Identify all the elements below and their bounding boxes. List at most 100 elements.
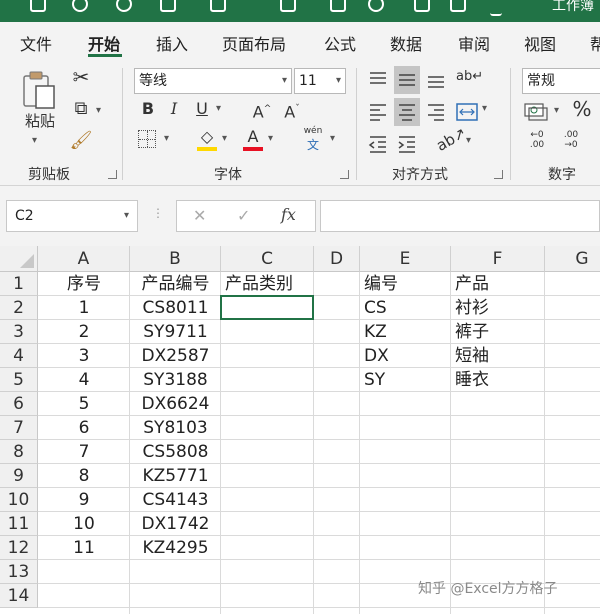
customize-icon[interactable]: [490, 0, 502, 16]
borders-dropdown-icon[interactable]: ▾: [164, 128, 169, 150]
phonetic-dropdown-icon[interactable]: ▾: [330, 128, 335, 150]
select-all-button[interactable]: [0, 246, 38, 272]
row-header-9[interactable]: 9: [0, 464, 38, 488]
cell-f3[interactable]: 裤子: [455, 320, 489, 344]
accounting-dropdown-icon[interactable]: ▾: [554, 100, 559, 122]
font-color-dropdown-icon[interactable]: ▾: [268, 128, 273, 150]
row-header-6[interactable]: 6: [0, 392, 38, 416]
row-header-7[interactable]: 7: [0, 416, 38, 440]
cell-c1[interactable]: 产品类别: [225, 272, 293, 296]
align-middle-icon[interactable]: [397, 70, 417, 90]
paste-button[interactable]: 粘贴 ▾: [22, 70, 62, 152]
cell-f5[interactable]: 睡衣: [455, 368, 489, 392]
column-header-a[interactable]: A: [38, 246, 130, 272]
cell-b7[interactable]: SY8103: [130, 416, 221, 440]
font-launcher-icon[interactable]: [340, 170, 349, 179]
formula-input[interactable]: [320, 200, 600, 232]
form-icon[interactable]: [210, 0, 226, 12]
cell-b1[interactable]: 产品编号: [130, 272, 221, 296]
cell-f4[interactable]: 短袖: [455, 344, 489, 368]
cell-b11[interactable]: DX1742: [130, 512, 221, 536]
decrease-indent-icon[interactable]: [368, 134, 388, 154]
grow-font-button[interactable]: A^: [252, 98, 272, 123]
row-header-12[interactable]: 12: [0, 536, 38, 560]
borders-icon[interactable]: [138, 130, 156, 148]
merge-dropdown-icon[interactable]: ▾: [482, 98, 487, 120]
align-center-icon[interactable]: [397, 102, 417, 122]
cell-e4[interactable]: DX: [364, 344, 389, 368]
font-color-button[interactable]: A: [242, 126, 264, 152]
cell-b6[interactable]: DX6624: [130, 392, 221, 416]
alignment-launcher-icon[interactable]: [494, 170, 503, 179]
cell-b9[interactable]: KZ5771: [130, 464, 221, 488]
increase-decimal-button[interactable]: ←0 .00: [522, 130, 552, 150]
redo-icon[interactable]: [116, 0, 132, 12]
copy-dropdown-icon[interactable]: ▾: [96, 100, 101, 122]
fill-color-dropdown-icon[interactable]: ▾: [222, 128, 227, 150]
cell-a11[interactable]: 10: [38, 512, 130, 536]
row-header-4[interactable]: 4: [0, 344, 38, 368]
cell-b5[interactable]: SY3188: [130, 368, 221, 392]
cell-f1[interactable]: 产品: [455, 272, 489, 296]
tab-view[interactable]: 视图: [524, 31, 556, 55]
tab-review[interactable]: 审阅: [458, 31, 490, 55]
row-header-3[interactable]: 3: [0, 320, 38, 344]
format-painter-icon[interactable]: 🖌: [68, 130, 94, 152]
column-header-c[interactable]: C: [221, 246, 314, 272]
insert-function-icon[interactable]: fx: [281, 205, 296, 224]
copy-icon[interactable]: ⧉: [68, 98, 94, 120]
cell-e1[interactable]: 编号: [364, 272, 398, 296]
accounting-format-icon[interactable]: [524, 100, 550, 122]
column-header-e[interactable]: E: [360, 246, 451, 272]
italic-button[interactable]: I: [164, 98, 184, 120]
cell-a2[interactable]: 1: [38, 296, 130, 320]
cell-a9[interactable]: 8: [38, 464, 130, 488]
worksheet-grid[interactable]: ABCDEFG 1 2 3 4 5 6 7 8 9 10 11 12 13 14 序号 产品编号 产品类别 编号…: [0, 246, 600, 614]
row-header-8[interactable]: 8: [0, 440, 38, 464]
row-header-2[interactable]: 2: [0, 296, 38, 320]
cell-b10[interactable]: CS4143: [130, 488, 221, 512]
bold-button[interactable]: B: [138, 98, 158, 120]
tab-insert[interactable]: 插入: [156, 31, 188, 55]
merge-center-icon[interactable]: [456, 102, 478, 122]
cell-a10[interactable]: 9: [38, 488, 130, 512]
cut-icon[interactable]: ✂: [68, 66, 94, 88]
underline-button[interactable]: U: [192, 98, 212, 120]
cell-a1[interactable]: 序号: [38, 272, 130, 296]
cell-a3[interactable]: 2: [38, 320, 130, 344]
column-header-b[interactable]: B: [130, 246, 221, 272]
cell-e5[interactable]: SY: [364, 368, 385, 392]
cell-a4[interactable]: 3: [38, 344, 130, 368]
orientation-icon[interactable]: ab↗: [432, 124, 469, 156]
font-name-select[interactable]: 等线 ▾: [134, 68, 292, 94]
tab-home[interactable]: 开始: [88, 31, 120, 55]
cell-a6[interactable]: 5: [38, 392, 130, 416]
undo-icon[interactable]: [72, 0, 88, 12]
row-header-14[interactable]: 14: [0, 584, 38, 608]
row-header-13[interactable]: 13: [0, 560, 38, 584]
tab-data[interactable]: 数据: [390, 31, 422, 55]
wrap-text-icon[interactable]: ab↵: [456, 66, 483, 88]
tab-help[interactable]: 帮: [590, 31, 600, 55]
align-left-icon[interactable]: [368, 102, 388, 122]
tab-page-layout[interactable]: 页面布局: [222, 31, 286, 55]
cell-e2[interactable]: CS: [364, 296, 387, 320]
table-icon[interactable]: [160, 0, 176, 12]
cell-b8[interactable]: CS5808: [130, 440, 221, 464]
fill-color-button[interactable]: ◇: [196, 126, 218, 152]
formula-bar-grip-icon[interactable]: ⋮: [152, 206, 164, 220]
shrink-font-button[interactable]: Aˇ: [282, 98, 302, 123]
percent-button[interactable]: %: [570, 98, 594, 120]
increase-indent-icon[interactable]: [397, 134, 417, 154]
save-icon[interactable]: [30, 0, 46, 12]
tab-file[interactable]: 文件: [20, 31, 52, 55]
column-header-g[interactable]: G: [545, 246, 600, 272]
number-format-select[interactable]: 常规: [522, 68, 600, 94]
cell-a8[interactable]: 7: [38, 440, 130, 464]
column-header-f[interactable]: F: [451, 246, 545, 272]
row-header-10[interactable]: 10: [0, 488, 38, 512]
row-header-5[interactable]: 5: [0, 368, 38, 392]
align-right-icon[interactable]: [426, 102, 446, 122]
cell-b2[interactable]: CS8011: [130, 296, 221, 320]
cell-e3[interactable]: KZ: [364, 320, 387, 344]
